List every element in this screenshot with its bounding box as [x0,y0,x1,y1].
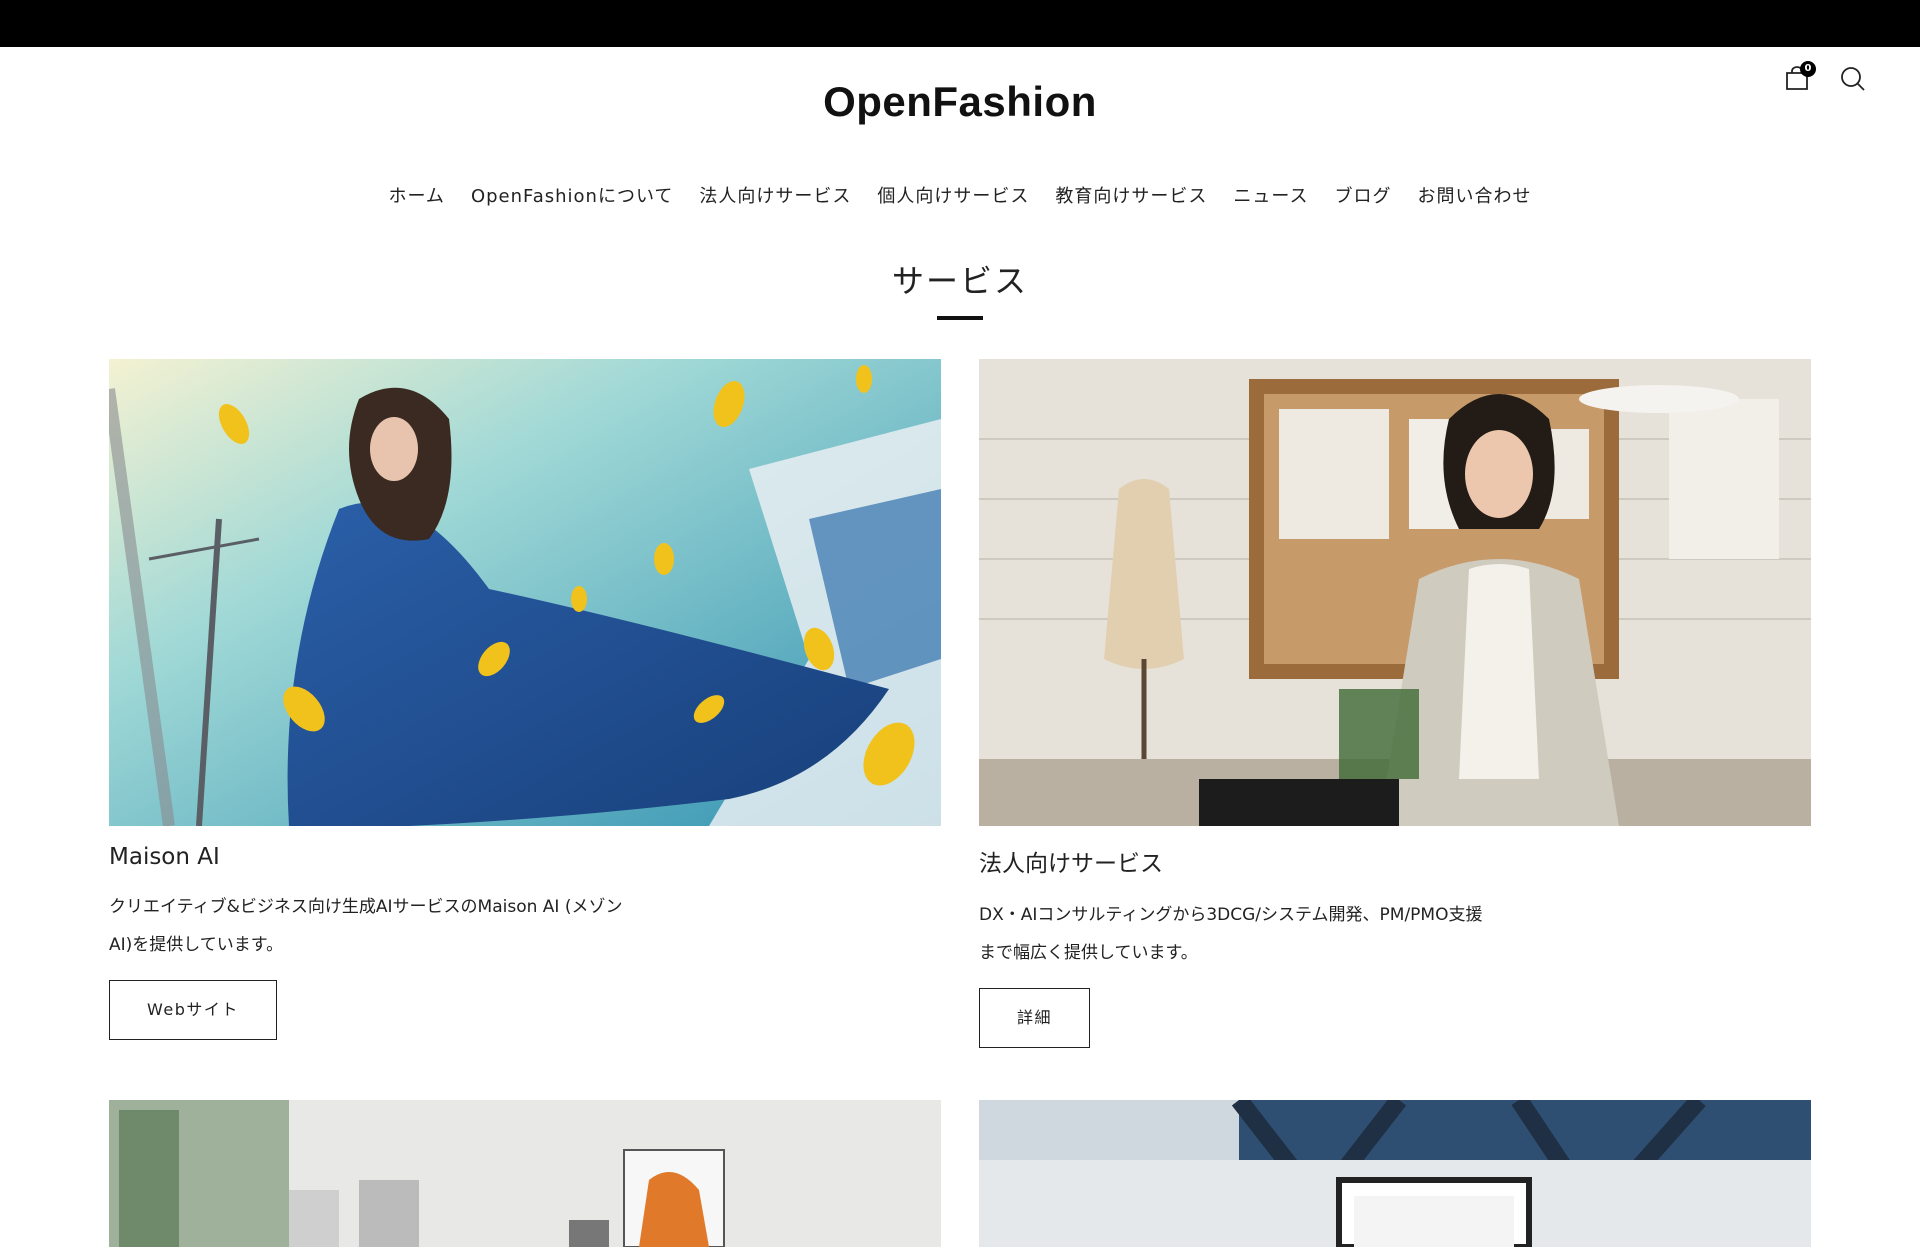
nav-item-news[interactable]: ニュース [1233,182,1308,208]
card-title: Maison AI [109,844,220,870]
cart-button[interactable]: 0 [1782,61,1816,94]
service-card-maison-ai: Maison AI クリエイティブ&ビジネス向け生成AIサービスのMaison … [109,359,941,1040]
title-underline [937,316,983,320]
main-nav: ホーム OpenFashionについて 法人向けサービス 個人向けサービス 教育… [0,182,1920,208]
site-logo[interactable]: OpenFashion [0,78,1920,126]
nav-item-individual[interactable]: 個人向けサービス [877,182,1029,208]
card-title: 法人向けサービス [979,851,1163,877]
details-button[interactable]: 詳細 [979,988,1091,1048]
header-icons: 0 [1782,61,1868,94]
nav-item-education[interactable]: 教育向けサービス [1055,182,1207,208]
nav-item-blog[interactable]: ブログ [1335,182,1392,208]
card-image-maison-ai[interactable] [109,359,941,826]
cart-count-badge: 0 [1800,61,1816,77]
search-icon [1841,67,1865,91]
card-description: DX・AIコンサルティングから3DCG/システム開発、PM/PMO支援まで幅広く… [979,905,1483,963]
card-description: クリエイティブ&ビジネス向け生成AIサービスのMaison AI (メゾンAI)… [109,897,623,955]
website-button[interactable]: Webサイト [109,980,277,1040]
nav-item-home[interactable]: ホーム [388,182,444,208]
card-image-gallery[interactable] [109,1100,941,1247]
service-card-corporate: 法人向けサービス DX・AIコンサルティングから3DCG/システム開発、PM/P… [979,359,1811,1048]
card-image-corporate[interactable] [979,359,1811,826]
nav-item-contact[interactable]: お問い合わせ [1418,182,1532,208]
card-image-education[interactable] [979,1100,1811,1247]
nav-item-corporate[interactable]: 法人向けサービス [699,182,851,208]
top-announcement-bar [0,0,1920,47]
section-title: サービス [891,262,1028,300]
search-button[interactable] [1838,64,1868,94]
nav-item-about[interactable]: OpenFashionについて [471,182,673,208]
